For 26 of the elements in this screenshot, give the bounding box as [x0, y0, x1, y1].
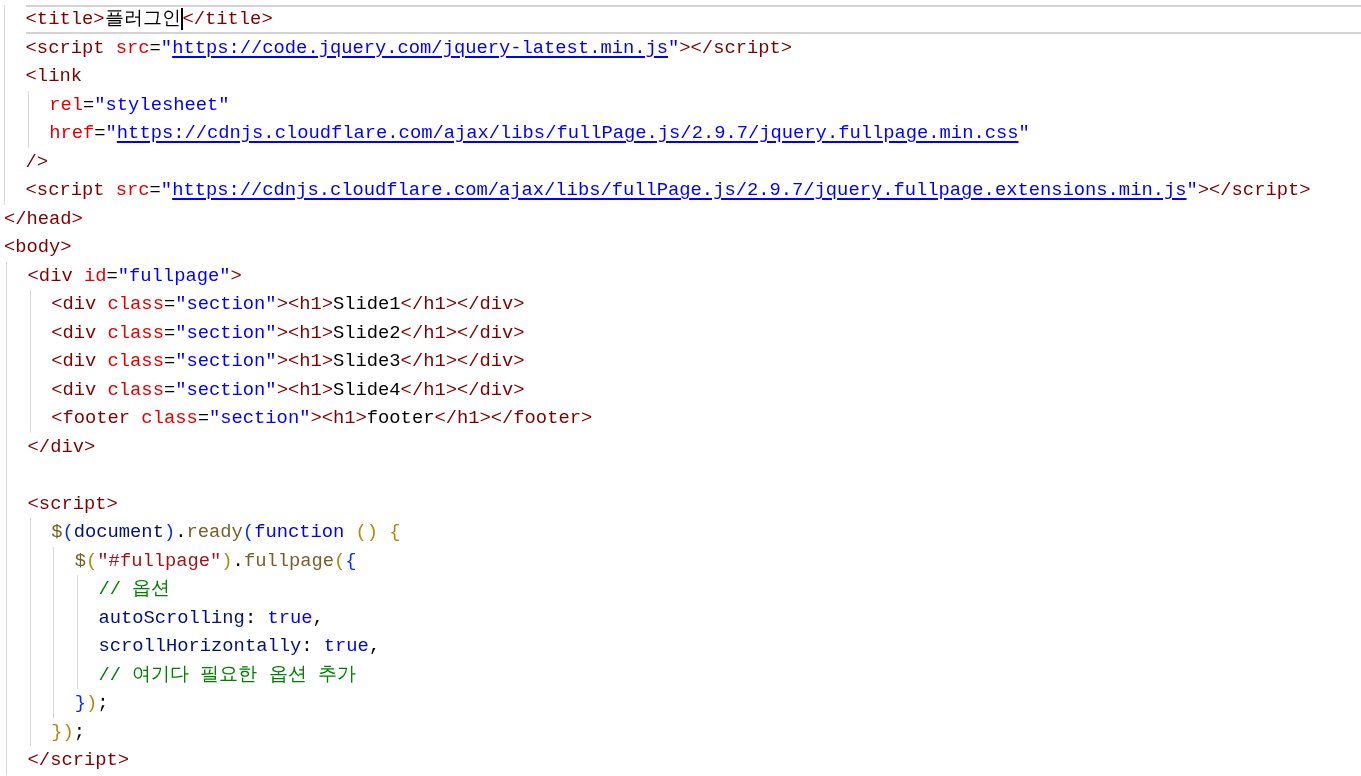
code-line: href="https://cdnjs.cloudflare.com/ajax/libs/fullPage.js/2.9.7/jquery.fullpage.min.css" [49, 121, 1031, 146]
code-line: // 옵션 [98, 577, 172, 602]
code-line: <script> [27, 491, 119, 517]
code-line: $("#fullpage").fullpage({ [74, 548, 358, 574]
code-line: <body> [4, 235, 73, 260]
code-line: <script src="https://cdnjs.cloudflare.com/ajax/libs/fullPage.js/2.9.7/jquery.fullpage.extensions.min.js"></script> [25, 178, 1312, 203]
code-line: </div> [27, 434, 97, 460]
code-line: scrollHorizontally: true, [98, 634, 382, 659]
code-line: <footer class="section"><h1>footer</h1></footer> [51, 406, 594, 431]
code-line: }); [51, 719, 86, 745]
code-line: }); [74, 691, 110, 716]
code-line: <div class="section"><h1>Slide1</h1></div> [51, 292, 526, 317]
code-line: // 여기다 필요한 옵션 추가 [98, 662, 357, 688]
code-line: autoScrolling: true, [98, 605, 325, 631]
code-line: <title>플러그인</title> [25, 5, 1361, 34]
code-line: </head> [4, 206, 84, 232]
code-line: $(document).ready(function () { [51, 520, 402, 545]
code-line: /> [25, 149, 50, 175]
code-line: <div class="section"><h1>Slide4</h1></div> [51, 377, 526, 403]
code-line: <div class="section"><h1>Slide3</h1></div> [51, 349, 526, 374]
code-line: </script> [27, 748, 131, 773]
code-line: <div class="section"><h1>Slide2</h1></div> [51, 320, 526, 346]
code-line: <div id="fullpage"> [27, 263, 243, 289]
code-line: <script src="https://code.jquery.com/jquery-latest.min.js"></script> [25, 35, 794, 61]
code-line: <link [25, 64, 83, 89]
code-line: rel="stylesheet" [49, 92, 231, 118]
